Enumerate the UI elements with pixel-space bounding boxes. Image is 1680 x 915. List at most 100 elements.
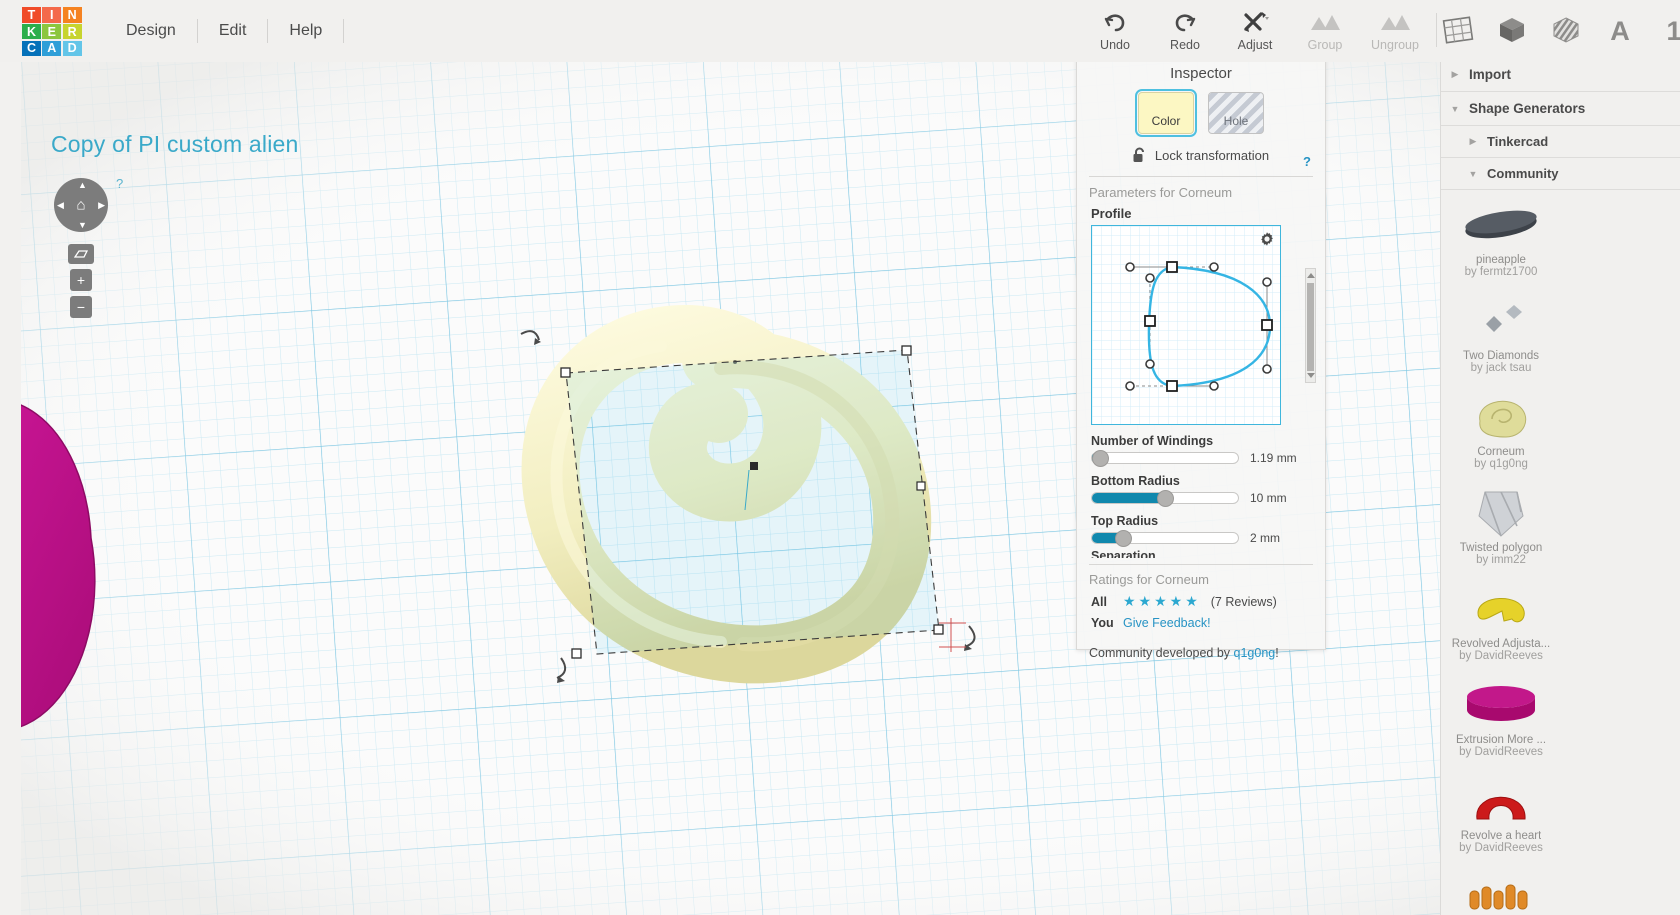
shape-name: Twisted polygon xyxy=(1459,542,1543,554)
community-credit-suffix: ! xyxy=(1275,646,1279,660)
parameters-scrollbar[interactable] xyxy=(1305,268,1316,383)
chevron-down-icon: ▼ xyxy=(1450,103,1460,114)
slider-track[interactable] xyxy=(1091,450,1239,467)
shape-name: Revolve a heart xyxy=(1460,830,1542,842)
profile-curve[interactable] xyxy=(1092,226,1281,425)
shape-tile[interactable]: Two Diamonds by jack tsau xyxy=(1441,292,1561,388)
text-icon[interactable]: A xyxy=(1600,10,1640,50)
star-rating-icon: ★★★★★ xyxy=(1123,593,1201,609)
action-toolbar[interactable]: Undo Redo Adjust Group Ungroup xyxy=(1080,0,1443,62)
color-swatch-button[interactable]: Color xyxy=(1135,89,1197,137)
diamonds-icon xyxy=(1486,305,1522,332)
design-title[interactable]: Copy of PI custom alien xyxy=(51,131,299,158)
workplane-icon[interactable] xyxy=(1438,10,1478,50)
svg-text:A: A xyxy=(1610,16,1630,45)
home-view-icon[interactable]: ⌂ xyxy=(76,197,85,214)
shape-author: by jack tsau xyxy=(1470,362,1532,374)
hole-cube-icon[interactable] xyxy=(1546,10,1586,50)
community-author-link[interactable]: q1g0ng xyxy=(1234,646,1276,660)
profile-settings-gear-icon[interactable] xyxy=(1259,231,1275,252)
menu-item-design[interactable]: Design xyxy=(105,0,197,62)
shape-tile[interactable]: Twisted polygon by imm22 xyxy=(1441,484,1561,580)
slider-track[interactable] xyxy=(1091,530,1239,547)
color-hole-toggle[interactable]: Color Hole xyxy=(1077,89,1325,137)
svg-text:1: 1 xyxy=(1666,16,1680,45)
group-button[interactable]: Group xyxy=(1290,0,1360,54)
shape-tile[interactable]: pineapple by fermtz1700 xyxy=(1441,196,1561,292)
slider-value: 1.19 mm xyxy=(1250,451,1297,465)
scrollbar-thumb[interactable] xyxy=(1307,283,1314,371)
slider-bottom-radius[interactable]: Bottom Radius 10 mm xyxy=(1091,474,1313,507)
zoom-out-button[interactable]: − xyxy=(70,296,92,318)
zoom-in-button[interactable]: + xyxy=(70,269,92,291)
slider-knob[interactable] xyxy=(1092,450,1109,467)
shape-tile[interactable]: Revolve a heart by DavidReeves xyxy=(1441,772,1561,868)
shape-author: by DavidReeves xyxy=(1459,650,1543,662)
adjust-label: Adjust xyxy=(1237,38,1273,52)
shape-generator-grid[interactable]: pineapple by fermtz1700 Two Diamonds by … xyxy=(1441,190,1680,915)
hole-swatch-button[interactable]: Hole xyxy=(1208,92,1264,134)
slider-knob[interactable] xyxy=(1157,490,1174,507)
color-swatch-label: Color xyxy=(1151,114,1181,128)
arch-icon xyxy=(1476,796,1526,820)
menu-item-edit[interactable]: Edit xyxy=(198,0,268,62)
slider-track[interactable] xyxy=(1091,490,1239,507)
chevron-right-icon: ▶ xyxy=(1469,136,1477,146)
ratings-you-row[interactable]: You Give Feedback! xyxy=(1077,616,1325,630)
profile-editor[interactable] xyxy=(1091,225,1281,425)
redo-icon xyxy=(1150,8,1220,36)
view-navigation-widget[interactable]: ▲ ▼ ◀ ▶ ⌂ ? + − xyxy=(54,176,123,318)
inspector-panel[interactable]: Inspector ? Color Hole Lock transformati… xyxy=(1076,55,1326,660)
nav-down-icon[interactable]: ▼ xyxy=(78,220,87,230)
sidebar-subsection-tinkercad[interactable]: ▶ Tinkercad xyxy=(1441,126,1680,158)
workplane-canvas[interactable]: Copy of PI custom alien ▲ ▼ ◀ ▶ ⌂ ? + − xyxy=(21,58,1680,915)
nav-up-icon[interactable]: ▲ xyxy=(78,180,87,190)
slider-knob[interactable] xyxy=(1115,530,1132,547)
grid-svg xyxy=(21,58,1680,915)
tinkercad-logo[interactable]: T I N K E R C A D xyxy=(22,7,82,57)
shape-palette-icons[interactable]: A 1 xyxy=(1438,10,1680,50)
nav-left-icon[interactable]: ◀ xyxy=(57,200,64,211)
shape-name: Corneum xyxy=(1477,446,1525,458)
undo-icon xyxy=(1080,8,1150,36)
sidebar-section-shape-generators[interactable]: ▼ Shape Generators xyxy=(1441,92,1680,126)
slider-number-of-windings[interactable]: Number of Windings 1.19 mm xyxy=(1091,434,1313,467)
sidebar-subsection-community[interactable]: ▼ Community xyxy=(1441,158,1680,190)
shape-tile[interactable]: Corneum by q1g0ng xyxy=(1441,388,1561,484)
script-text-icon xyxy=(1469,884,1528,910)
nav-help-icon[interactable]: ? xyxy=(116,176,123,191)
shape-author: by DavidReeves xyxy=(1459,842,1543,854)
parameters-header: Parameters for Corneum xyxy=(1089,185,1233,200)
shape-tile[interactable]: Script by achtbaan01 xyxy=(1441,868,1561,915)
undo-button[interactable]: Undo xyxy=(1080,0,1150,54)
nav-right-icon[interactable]: ▶ xyxy=(98,200,105,211)
inspector-help-icon[interactable]: ? xyxy=(1303,154,1311,169)
slider-top-radius[interactable]: Top Radius 2 mm xyxy=(1091,514,1313,547)
solid-cube-icon[interactable] xyxy=(1492,10,1532,50)
redo-button[interactable]: Redo xyxy=(1150,0,1220,54)
shape-thumbnail xyxy=(1468,580,1534,638)
slider-label: Top Radius xyxy=(1091,514,1159,528)
view-cube-disc[interactable]: ▲ ▼ ◀ ▶ ⌂ xyxy=(54,178,108,232)
logo-letter: D xyxy=(62,40,82,57)
shape-tile[interactable]: Revolved Adjusta... by DavidReeves xyxy=(1441,580,1561,676)
adjust-button[interactable]: Adjust xyxy=(1220,0,1290,54)
menu-item-help[interactable]: Help xyxy=(268,0,343,62)
ungroup-icon xyxy=(1360,8,1430,36)
main-menu[interactable]: Design Edit Help xyxy=(105,0,345,62)
give-feedback-link[interactable]: Give Feedback! xyxy=(1123,616,1211,630)
gear-icon xyxy=(1261,232,1273,246)
scroll-up-icon[interactable] xyxy=(1307,273,1315,278)
shape-thumbnail xyxy=(1466,292,1536,350)
fit-view-button[interactable] xyxy=(68,244,94,264)
right-sidebar[interactable]: ▶ Import ▼ Shape Generators ▶ Tinkercad … xyxy=(1440,58,1680,915)
logo-letter: I xyxy=(42,7,62,23)
number-icon[interactable]: 1 xyxy=(1654,10,1680,50)
slider-value: 10 mm xyxy=(1250,491,1287,505)
scroll-down-icon[interactable] xyxy=(1307,373,1315,378)
shape-tile[interactable]: Extrusion More ... by DavidReeves xyxy=(1441,676,1561,772)
lock-transformation-row[interactable]: Lock transformation xyxy=(1077,147,1325,164)
ungroup-button[interactable]: Ungroup xyxy=(1360,0,1430,54)
sidebar-section-import[interactable]: ▶ Import xyxy=(1441,58,1680,92)
undo-label: Undo xyxy=(1100,38,1130,52)
